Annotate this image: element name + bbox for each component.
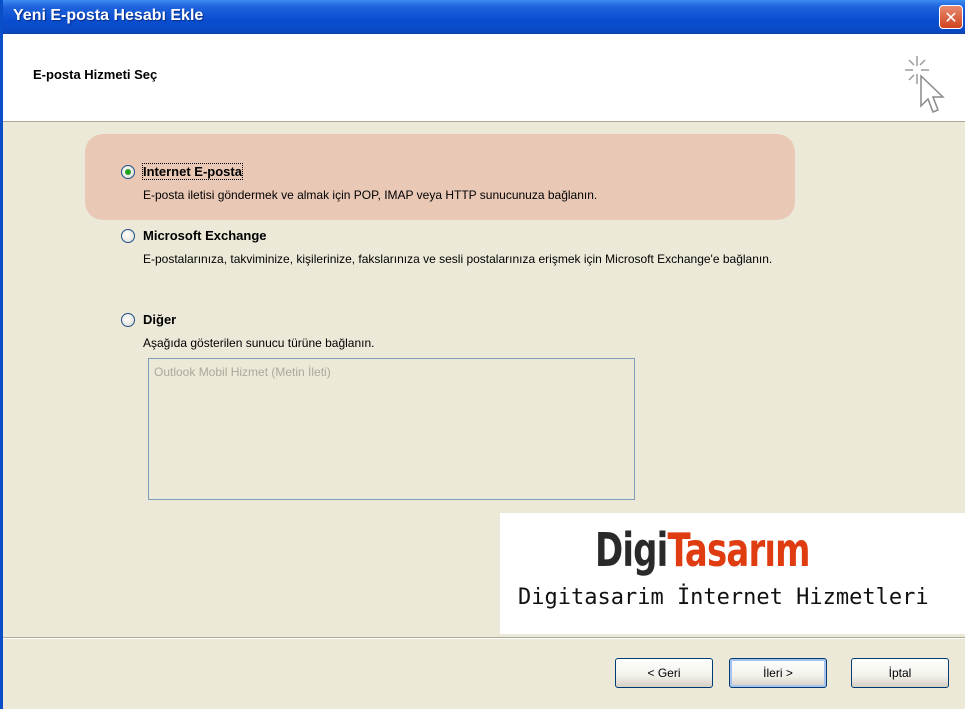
title-bar[interactable]: Yeni E-posta Hesabı Ekle ✕ <box>3 0 965 34</box>
close-icon: ✕ <box>944 7 958 27</box>
wizard-cursor-sparkle-icon <box>905 56 945 113</box>
logo-part-digi: Digi <box>595 523 668 577</box>
button-bar: < Geri İleri > İptal <box>3 637 965 709</box>
divider <box>3 638 965 639</box>
next-button[interactable]: İleri > <box>729 658 827 688</box>
cancel-button[interactable]: İptal <box>851 658 949 688</box>
radio-microsoft-exchange[interactable] <box>121 229 135 243</box>
radio-internet-email[interactable] <box>121 165 135 179</box>
option-desc-other: Aşağıda gösterilen sunucu türüne bağlanı… <box>143 336 375 350</box>
option-desc-internet-email: E-posta iletisi göndermek ve almak için … <box>143 188 598 202</box>
dialog-window: Yeni E-posta Hesabı Ekle ✕ E-posta Hizme… <box>0 0 965 709</box>
window-title: Yeni E-posta Hesabı Ekle <box>13 7 204 24</box>
server-type-list[interactable]: Outlook Mobil Hizmet (Metin İleti) <box>148 358 635 500</box>
radio-other[interactable] <box>121 313 135 327</box>
wizard-content: Internet E-posta E-posta iletisi gönderm… <box>3 122 965 637</box>
watermark-logo: DigiTasarım Digitasarim İnternet Hizmetl… <box>500 513 965 634</box>
option-label-other[interactable]: Diğer <box>143 312 176 327</box>
back-button[interactable]: < Geri <box>615 658 713 688</box>
logo-tagline: Digitasarim İnternet Hizmetleri <box>518 585 929 610</box>
wizard-header: E-posta Hizmeti Seç <box>3 34 965 122</box>
option-label-microsoft-exchange[interactable]: Microsoft Exchange <box>143 228 267 243</box>
option-desc-microsoft-exchange: E-postalarınıza, takviminize, kişilerini… <box>143 252 773 266</box>
logo-part-tasarim: Tasarım <box>667 523 810 577</box>
list-item[interactable]: Outlook Mobil Hizmet (Metin İleti) <box>154 365 331 379</box>
option-label-internet-email[interactable]: Internet E-posta <box>142 163 243 180</box>
page-title: E-posta Hizmeti Seç <box>33 67 158 82</box>
close-button[interactable]: ✕ <box>939 5 963 29</box>
logo-text: DigiTasarım <box>595 523 811 577</box>
